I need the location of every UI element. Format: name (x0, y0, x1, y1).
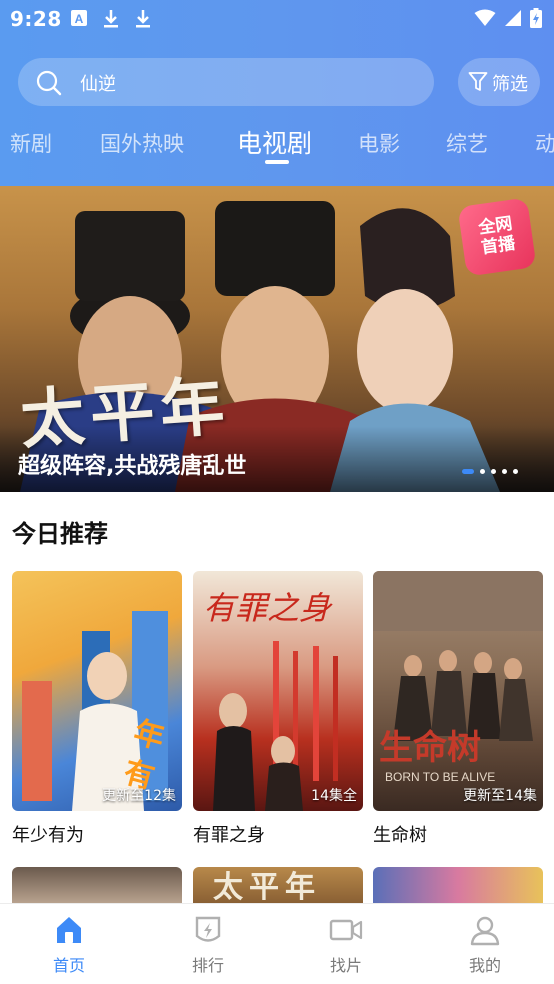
status-time: 9:28 (10, 7, 62, 31)
recommendation-card[interactable] (373, 867, 543, 903)
card-title: 年少有为 (12, 825, 84, 846)
tab-movies[interactable]: 电影 (358, 128, 400, 158)
filter-button[interactable]: 筛选 (458, 58, 540, 106)
tab-foreign-hits[interactable]: 国外热映 (100, 128, 184, 158)
poster-image: 生命树 BORN TO BE ALIVE 更新至14集 (373, 571, 543, 811)
banner-caption: 超级阵容,共战残唐乱世 (18, 454, 247, 479)
battery-icon (530, 8, 542, 28)
pagination-dot-active (462, 469, 474, 474)
recommendation-card[interactable]: 有罪之身 14集全 有罪之身 (193, 571, 363, 846)
pagination-dot (480, 469, 485, 474)
banner-pagination (462, 469, 518, 474)
search-input[interactable]: 仙逆 (18, 58, 434, 106)
nav-profile[interactable]: 我的 (445, 914, 525, 976)
tab-new-drama[interactable]: 新剧 (10, 128, 52, 158)
poster-art: 太平年 (213, 870, 321, 903)
search-query: 仙逆 (80, 74, 116, 95)
filter-icon (468, 72, 488, 91)
premiere-badge: 全网 首播 (457, 197, 537, 277)
user-icon (470, 916, 500, 946)
nav-label: 我的 (468, 956, 501, 975)
nav-ranking[interactable]: 排行 (168, 914, 248, 976)
episode-status: 更新至14集 (463, 788, 537, 804)
status-system-icons (474, 8, 542, 28)
tab-anime[interactable]: 动 (535, 128, 554, 158)
pagination-dot (513, 469, 518, 474)
download-icon (136, 10, 150, 28)
category-tabs: 新剧 国外热映 电视剧 电影 综艺 动 (0, 124, 554, 168)
episode-status: 14集全 (311, 788, 357, 804)
active-tab-indicator (265, 160, 289, 164)
recommendation-card[interactable]: 生命树 BORN TO BE ALIVE 更新至14集 生命树 (373, 571, 543, 846)
poster-art: 年 有 (22, 611, 168, 811)
wifi-icon (474, 9, 496, 26)
search-icon (36, 70, 62, 96)
nav-label: 找片 (329, 956, 362, 975)
download-icon (104, 10, 118, 28)
svg-text:生命树: 生命树 (379, 728, 481, 768)
nav-home[interactable]: 首页 (29, 914, 109, 976)
bottom-navigation: 首页 排行 找片 我的 (0, 903, 554, 984)
tab-tv-series[interactable]: 电视剧 (237, 124, 312, 160)
svg-text:有罪之身: 有罪之身 (203, 589, 333, 627)
home-icon (57, 917, 81, 943)
status-bar: 9:28 A (0, 0, 554, 38)
banner-title-art: 太平年 (18, 368, 233, 459)
recommendation-card[interactable]: 年 有 更新至12集 年少有为 (12, 571, 182, 846)
app-notification-icon: A (71, 10, 87, 26)
poster-art: 生命树 BORN TO BE ALIVE (373, 571, 543, 784)
nav-label: 首页 (52, 956, 85, 975)
poster-image: 年 有 更新至12集 (12, 571, 182, 811)
video-camera-icon (329, 919, 363, 941)
nav-find-movies[interactable]: 找片 (306, 914, 386, 976)
section-title: 今日推荐 (12, 520, 108, 548)
hero-banner[interactable]: 太平年 全网 首播 超级阵容,共战残唐乱世 (0, 186, 554, 492)
card-title: 生命树 (373, 825, 427, 846)
signal-icon (505, 10, 521, 26)
svg-text:A: A (75, 12, 84, 26)
ranking-icon (195, 916, 221, 942)
poster-art: 有罪之身 (203, 589, 338, 811)
nav-label: 排行 (191, 956, 224, 975)
pagination-dot (491, 469, 496, 474)
poster-image: 有罪之身 14集全 (193, 571, 363, 811)
recommendation-card[interactable]: 太平年 (193, 867, 363, 903)
recommendation-card[interactable] (12, 867, 182, 903)
svg-text:太平年: 太平年 (213, 870, 321, 903)
card-title: 有罪之身 (193, 825, 265, 846)
status-notification-icons: A (70, 9, 152, 29)
filter-label: 筛选 (492, 74, 528, 95)
tab-variety[interactable]: 综艺 (446, 128, 488, 158)
svg-text:BORN TO BE ALIVE: BORN TO BE ALIVE (385, 770, 495, 784)
pagination-dot (502, 469, 507, 474)
episode-status: 更新至12集 (102, 788, 176, 804)
